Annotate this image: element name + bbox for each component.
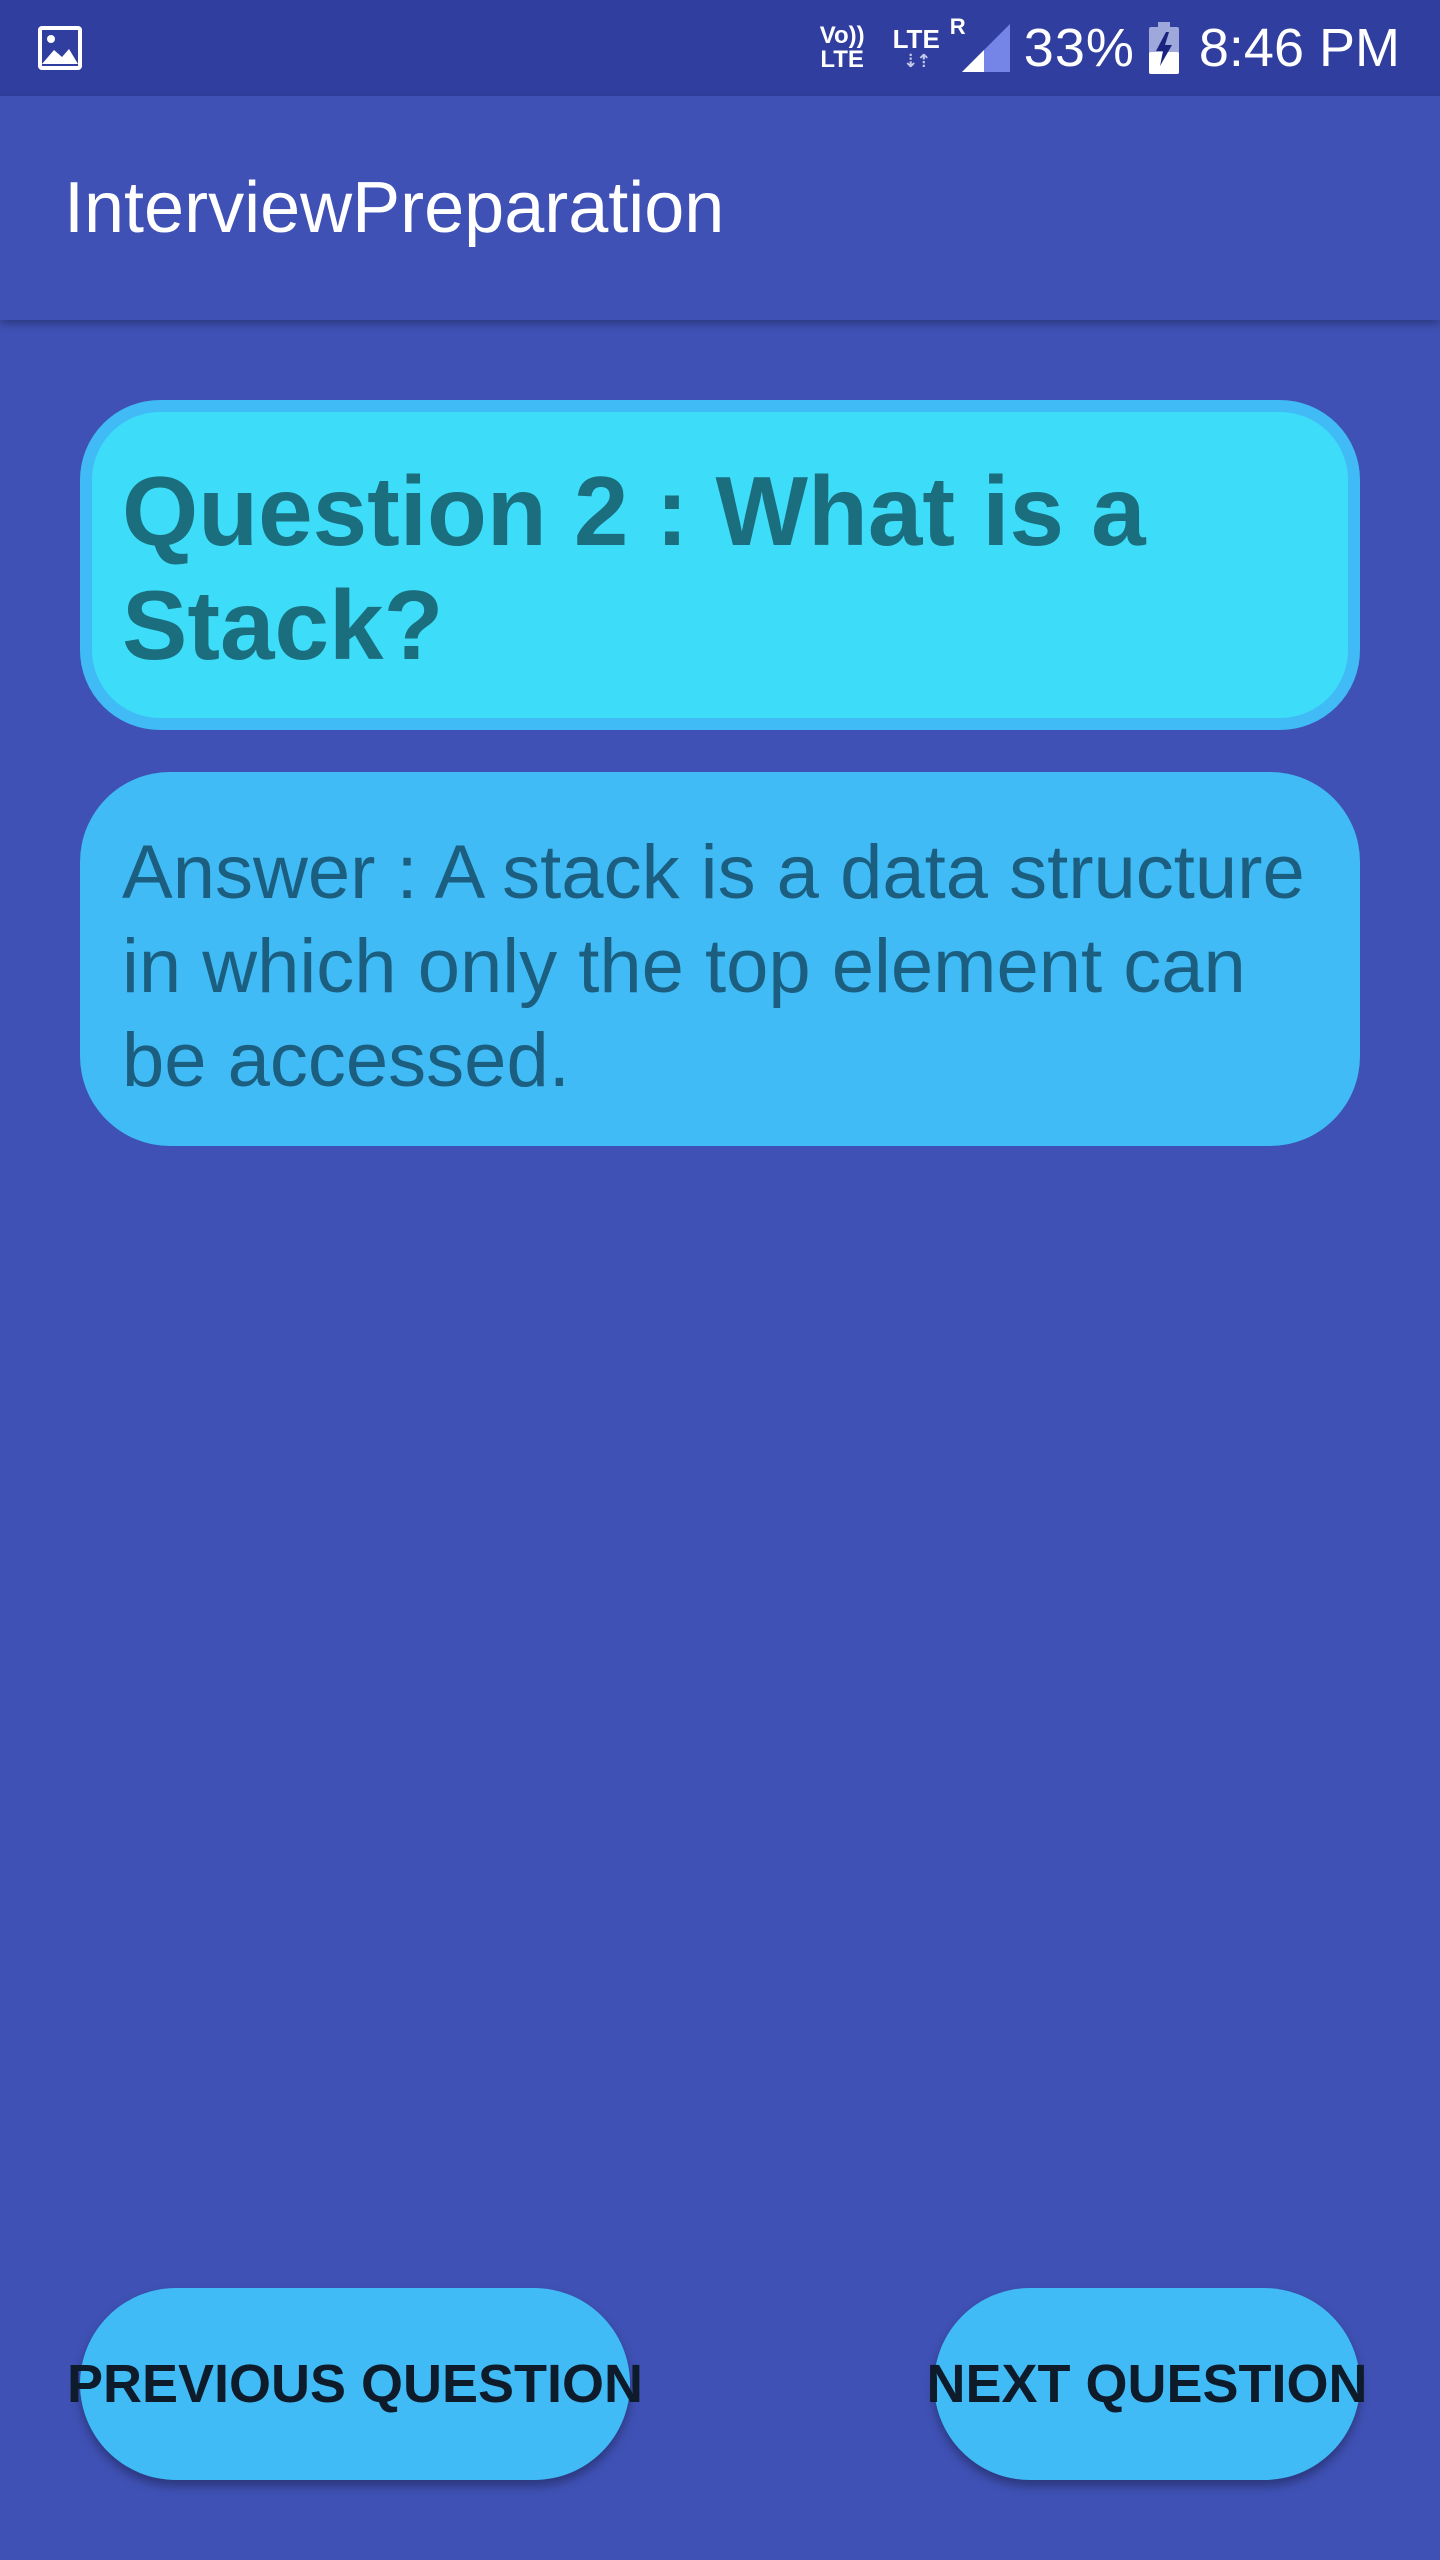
status-time: 8:46 PM xyxy=(1198,18,1400,78)
data-arrows-icon: ⇣⇡ xyxy=(903,51,931,71)
answer-text: Answer : A stack is a data structure in … xyxy=(122,830,1305,1103)
previous-question-button[interactable]: PREVIOUS QUESTION xyxy=(67,2288,643,2480)
answer-card: Answer : A stack is a data structure in … xyxy=(80,772,1360,1146)
lte-indicator: LTE ⇣⇡ xyxy=(893,26,940,70)
volte-bottom-label: LTE xyxy=(820,46,864,73)
volte-indicator: Vo)) LTE xyxy=(820,24,865,72)
status-bar: Vo)) LTE LTE ⇣⇡ R 33% 8:46 PM xyxy=(0,0,1440,96)
question-text: Question 2 : What is a Stack? xyxy=(122,456,1146,680)
roaming-label: R xyxy=(949,14,966,39)
app-bar: InterviewPreparation xyxy=(0,96,1440,320)
signal-indicator: R xyxy=(950,14,1010,76)
volte-top-label: Vo)) xyxy=(819,22,865,49)
question-card: Question 2 : What is a Stack? xyxy=(80,400,1360,730)
app-title: InterviewPreparation xyxy=(64,168,725,248)
battery-percent: 33% xyxy=(1023,18,1135,78)
lte-label: LTE xyxy=(892,24,940,54)
status-icons: Vo)) LTE LTE ⇣⇡ R 33% 8:46 PM xyxy=(820,0,1400,96)
image-icon xyxy=(38,26,82,70)
next-question-button[interactable]: NEXT QUESTION xyxy=(926,2288,1368,2480)
battery-charging-icon xyxy=(1148,22,1179,74)
